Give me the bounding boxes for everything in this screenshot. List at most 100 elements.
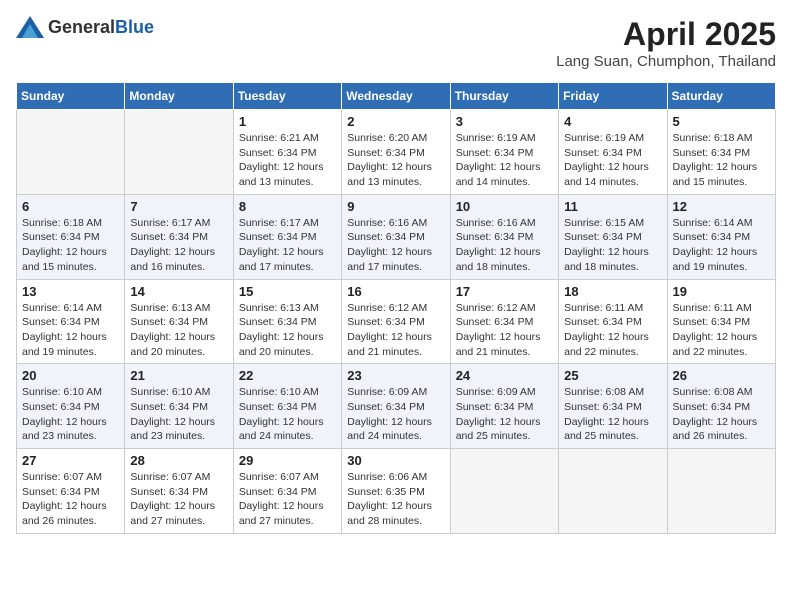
logo-blue: Blue: [115, 17, 154, 37]
calendar-cell: 13 Sunrise: 6:14 AM Sunset: 6:34 PM Dayli…: [17, 279, 125, 364]
day-info: Sunrise: 6:08 AM Sunset: 6:34 PM Dayligh…: [673, 385, 770, 444]
logo-general: General: [48, 17, 115, 37]
day-info: Sunrise: 6:14 AM Sunset: 6:34 PM Dayligh…: [673, 216, 770, 275]
calendar-cell: [667, 449, 775, 534]
day-number: 19: [673, 284, 770, 299]
calendar-cell: 15Sunrise: 6:13 AM Sunset: 6:34 PM Dayli…: [233, 279, 341, 364]
calendar-week-row: 1 Sunrise: 6:21 AM Sunset: 6:34 PM Daylig…: [17, 110, 776, 195]
day-number: 12: [673, 199, 770, 214]
calendar-cell: 4 Sunrise: 6:19 AM Sunset: 6:34 PM Daylig…: [559, 110, 667, 195]
day-info: Sunrise: 6:10 AM Sunset: 6:34 PM Dayligh…: [239, 385, 336, 444]
calendar-cell: 1 Sunrise: 6:21 AM Sunset: 6:34 PM Daylig…: [233, 110, 341, 195]
day-info: Sunrise: 6:18 AM Sunset: 6:34 PM Dayligh…: [22, 216, 119, 275]
calendar-week-row: 20 Sunrise: 6:10 AM Sunset: 6:34 PM Dayli…: [17, 364, 776, 449]
day-number: 5: [673, 114, 770, 129]
weekday-header: Tuesday: [233, 83, 341, 110]
calendar-cell: 28 Sunrise: 6:07 AM Sunset: 6:34 PM Dayli…: [125, 449, 233, 534]
day-number: 3: [456, 114, 553, 129]
day-info: Sunrise: 6:16 AM Sunset: 6:34 PM Dayligh…: [456, 216, 553, 275]
calendar-cell: 25 Sunrise: 6:08 AM Sunset: 6:34 PM Dayli…: [559, 364, 667, 449]
calendar-cell: [125, 110, 233, 195]
calendar-cell: 8 Sunrise: 6:17 AM Sunset: 6:34 PM Daylig…: [233, 194, 341, 279]
calendar-cell: 5 Sunrise: 6:18 AM Sunset: 6:34 PM Daylig…: [667, 110, 775, 195]
weekday-header: Friday: [559, 83, 667, 110]
calendar-cell: 16Sunrise: 6:12 AM Sunset: 6:34 PM Dayli…: [342, 279, 450, 364]
calendar-week-row: 13 Sunrise: 6:14 AM Sunset: 6:34 PM Dayli…: [17, 279, 776, 364]
day-number: 14: [130, 284, 227, 299]
day-info: Sunrise: 6:17 AM Sunset: 6:34 PM Dayligh…: [239, 216, 336, 275]
day-number: 16: [347, 284, 444, 299]
day-number: 23: [347, 368, 444, 383]
calendar-cell: 6 Sunrise: 6:18 AM Sunset: 6:34 PM Daylig…: [17, 194, 125, 279]
day-number: 28: [130, 453, 227, 468]
day-info: Sunrise: 6:17 AM Sunset: 6:34 PM Dayligh…: [130, 216, 227, 275]
calendar-cell: 11 Sunrise: 6:15 AM Sunset: 6:34 PM Dayli…: [559, 194, 667, 279]
calendar-cell: 2 Sunrise: 6:20 AM Sunset: 6:34 PM Daylig…: [342, 110, 450, 195]
day-number: 9: [347, 199, 444, 214]
calendar-cell: 14Sunrise: 6:13 AM Sunset: 6:34 PM Dayli…: [125, 279, 233, 364]
calendar-cell: 10 Sunrise: 6:16 AM Sunset: 6:34 PM Dayli…: [450, 194, 558, 279]
page-header: GeneralBlue April 2025 Lang Suan, Chumph…: [16, 16, 776, 70]
day-number: 2: [347, 114, 444, 129]
calendar-cell: 7Sunrise: 6:17 AM Sunset: 6:34 PM Daylig…: [125, 194, 233, 279]
logo-icon: [16, 16, 44, 38]
weekday-header: Saturday: [667, 83, 775, 110]
calendar-week-row: 6 Sunrise: 6:18 AM Sunset: 6:34 PM Daylig…: [17, 194, 776, 279]
day-number: 11: [564, 199, 661, 214]
calendar-cell: 26 Sunrise: 6:08 AM Sunset: 6:34 PM Dayli…: [667, 364, 775, 449]
weekday-header: Wednesday: [342, 83, 450, 110]
month-year-title: April 2025: [556, 16, 776, 53]
weekday-header-row: SundayMondayTuesdayWednesdayThursdayFrid…: [17, 83, 776, 110]
day-number: 10: [456, 199, 553, 214]
day-info: Sunrise: 6:14 AM Sunset: 6:34 PM Dayligh…: [22, 301, 119, 360]
logo: GeneralBlue: [16, 16, 154, 38]
day-number: 4: [564, 114, 661, 129]
day-number: 22: [239, 368, 336, 383]
calendar-cell: [17, 110, 125, 195]
calendar-cell: 29 Sunrise: 6:07 AM Sunset: 6:34 PM Dayli…: [233, 449, 341, 534]
day-number: 13: [22, 284, 119, 299]
day-number: 20: [22, 368, 119, 383]
calendar-week-row: 27Sunrise: 6:07 AM Sunset: 6:34 PM Dayli…: [17, 449, 776, 534]
day-info: Sunrise: 6:08 AM Sunset: 6:34 PM Dayligh…: [564, 385, 661, 444]
day-number: 29: [239, 453, 336, 468]
calendar-cell: 3Sunrise: 6:19 AM Sunset: 6:34 PM Daylig…: [450, 110, 558, 195]
day-info: Sunrise: 6:15 AM Sunset: 6:34 PM Dayligh…: [564, 216, 661, 275]
day-number: 17: [456, 284, 553, 299]
day-info: Sunrise: 6:21 AM Sunset: 6:34 PM Dayligh…: [239, 131, 336, 190]
day-info: Sunrise: 6:09 AM Sunset: 6:34 PM Dayligh…: [456, 385, 553, 444]
weekday-header: Sunday: [17, 83, 125, 110]
day-info: Sunrise: 6:07 AM Sunset: 6:34 PM Dayligh…: [22, 470, 119, 529]
day-info: Sunrise: 6:18 AM Sunset: 6:34 PM Dayligh…: [673, 131, 770, 190]
day-number: 8: [239, 199, 336, 214]
calendar-cell: [559, 449, 667, 534]
calendar-cell: 23 Sunrise: 6:09 AM Sunset: 6:34 PM Dayli…: [342, 364, 450, 449]
day-info: Sunrise: 6:06 AM Sunset: 6:35 PM Dayligh…: [347, 470, 444, 529]
calendar-cell: 20Sunrise: 6:10 AM Sunset: 6:34 PM Dayli…: [17, 364, 125, 449]
day-number: 1: [239, 114, 336, 129]
day-number: 30: [347, 453, 444, 468]
calendar-cell: 22 Sunrise: 6:10 AM Sunset: 6:34 PM Dayli…: [233, 364, 341, 449]
location-subtitle: Lang Suan, Chumphon, Thailand: [556, 53, 776, 70]
day-info: Sunrise: 6:11 AM Sunset: 6:34 PM Dayligh…: [673, 301, 770, 360]
day-number: 15: [239, 284, 336, 299]
calendar-cell: 30 Sunrise: 6:06 AM Sunset: 6:35 PM Dayli…: [342, 449, 450, 534]
calendar-cell: [450, 449, 558, 534]
weekday-header: Thursday: [450, 83, 558, 110]
day-number: 6: [22, 199, 119, 214]
calendar-cell: 27Sunrise: 6:07 AM Sunset: 6:34 PM Dayli…: [17, 449, 125, 534]
title-area: April 2025 Lang Suan, Chumphon, Thailand: [556, 16, 776, 70]
day-number: 21: [130, 368, 227, 383]
day-info: Sunrise: 6:19 AM Sunset: 6:34 PM Dayligh…: [564, 131, 661, 190]
day-number: 26: [673, 368, 770, 383]
calendar-cell: 21 Sunrise: 6:10 AM Sunset: 6:34 PM Dayli…: [125, 364, 233, 449]
day-info: Sunrise: 6:07 AM Sunset: 6:34 PM Dayligh…: [239, 470, 336, 529]
day-info: Sunrise: 6:09 AM Sunset: 6:34 PM Dayligh…: [347, 385, 444, 444]
day-number: 24: [456, 368, 553, 383]
day-info: Sunrise: 6:10 AM Sunset: 6:34 PM Dayligh…: [130, 385, 227, 444]
day-number: 18: [564, 284, 661, 299]
day-info: Sunrise: 6:07 AM Sunset: 6:34 PM Dayligh…: [130, 470, 227, 529]
day-number: 25: [564, 368, 661, 383]
calendar-table: SundayMondayTuesdayWednesdayThursdayFrid…: [16, 82, 776, 534]
day-info: Sunrise: 6:20 AM Sunset: 6:34 PM Dayligh…: [347, 131, 444, 190]
